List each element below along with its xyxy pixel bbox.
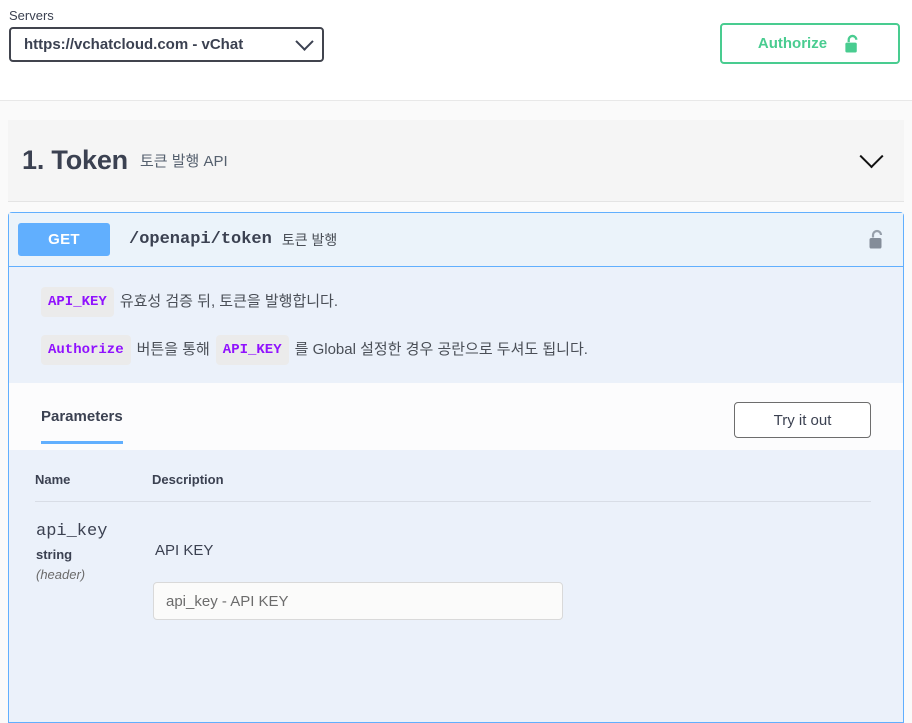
tag-section-token: 1. Token 토큰 발행 API GET /openapi/token 토큰…	[8, 120, 904, 723]
operation-block-get-token: GET /openapi/token 토큰 발행 API_KEY 유효성 검증 …	[8, 212, 904, 723]
tag-section-subtitle: 토큰 발행 API	[140, 150, 228, 171]
table-row: api_key string (header) API KEY	[35, 502, 871, 622]
api-key-code-badge: API_KEY	[216, 335, 289, 365]
authorize-code-badge: Authorize	[41, 335, 131, 365]
column-header-description: Description	[152, 472, 871, 502]
operation-tabs-row: Parameters Try it out	[9, 383, 903, 450]
servers-block: Servers https://vchatcloud.com - vChat	[9, 8, 324, 62]
parameter-description: API KEY	[153, 520, 870, 559]
parameter-type: string	[36, 544, 151, 565]
description-line-2: Authorize 버튼을 통해 API_KEY 를 Global 설정한 경우…	[41, 335, 903, 365]
servers-label: Servers	[9, 8, 324, 23]
description-line-1-text: 유효성 검증 뒤, 토큰을 발행합니다.	[120, 291, 338, 313]
server-select-value: https://vchatcloud.com - vChat	[24, 36, 243, 53]
try-it-out-button[interactable]: Try it out	[734, 402, 871, 438]
operation-path: /openapi/token	[129, 230, 272, 249]
parameters-table: Name Description api_key string (header)	[35, 472, 871, 621]
description-line-1: API_KEY 유효성 검증 뒤, 토큰을 발행합니다.	[41, 287, 903, 317]
api-key-code-badge: API_KEY	[41, 287, 114, 317]
description-line-2-text-1: 버튼을 통해	[137, 339, 210, 361]
unlock-icon	[843, 33, 862, 55]
top-bar: Servers https://vchatcloud.com - vChat A…	[0, 0, 912, 101]
parameter-location: (header)	[36, 565, 151, 585]
tab-parameters[interactable]: Parameters	[41, 408, 123, 444]
server-select[interactable]: https://vchatcloud.com - vChat	[9, 27, 324, 62]
column-header-name: Name	[35, 472, 152, 502]
authorize-button-label: Authorize	[758, 35, 827, 52]
page-title: 1. Token	[22, 145, 128, 176]
parameter-description-cell: API KEY	[152, 502, 871, 622]
api-key-input[interactable]	[153, 582, 563, 620]
unlock-icon[interactable]	[867, 228, 887, 251]
parameters-section: Name Description api_key string (header)	[9, 450, 903, 722]
operation-summary-text: 토큰 발행	[282, 230, 337, 250]
chevron-down-icon	[295, 32, 313, 50]
parameter-name-cell: api_key string (header)	[35, 502, 152, 622]
http-method-badge: GET	[18, 223, 110, 256]
operation-summary[interactable]: GET /openapi/token 토큰 발행	[9, 213, 903, 267]
description-line-2-text-2: 를 Global 설정한 경우 공란으로 두셔도 됩니다.	[295, 339, 588, 361]
chevron-down-icon[interactable]	[859, 144, 883, 168]
operation-body: Parameters Try it out Name Description	[9, 383, 903, 722]
authorize-button[interactable]: Authorize	[720, 23, 900, 64]
tag-section-header[interactable]: 1. Token 토큰 발행 API	[8, 120, 904, 202]
operation-description: API_KEY 유효성 검증 뒤, 토큰을 발행합니다. Authorize 버…	[9, 267, 903, 383]
table-header-row: Name Description	[35, 472, 871, 502]
parameter-name: api_key	[36, 520, 151, 544]
